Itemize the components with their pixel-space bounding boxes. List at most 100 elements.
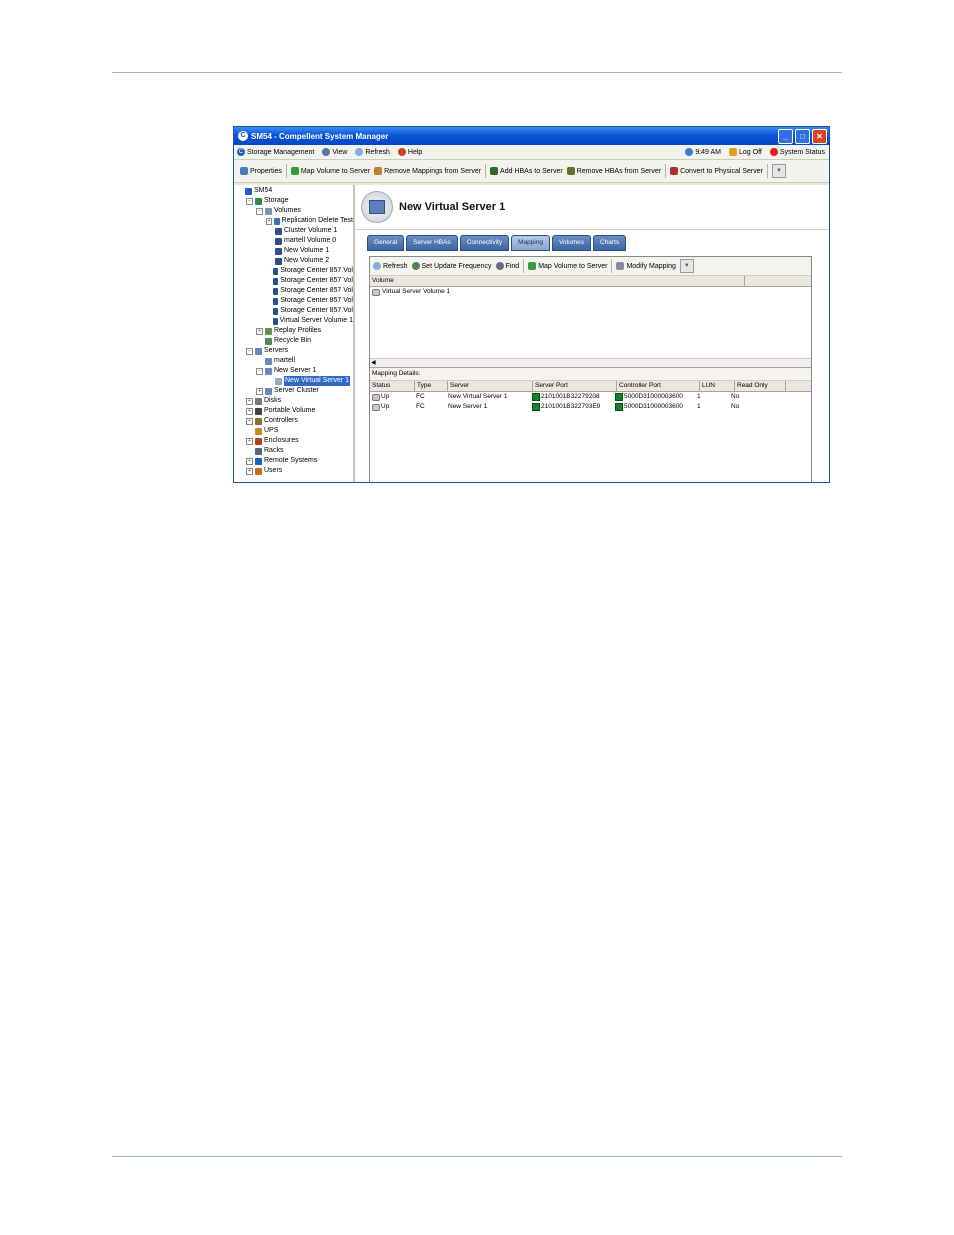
close-button[interactable]: ✕ (812, 128, 827, 144)
column-header-read-only[interactable]: Read Only (735, 381, 786, 391)
column-header-volume[interactable]: Volume (370, 276, 745, 286)
find-button[interactable]: Find (495, 262, 519, 270)
expand-toggle-icon[interactable]: + (246, 417, 253, 425)
expand-toggle-icon[interactable]: + (246, 437, 253, 445)
remove-hbas-button[interactable]: Remove HBAs from Server (566, 167, 661, 175)
tree-node[interactable]: Storage Center 857 Vol (234, 266, 353, 276)
tree-node[interactable]: martell (234, 356, 353, 366)
cell-text: 5000D31000003600 (624, 403, 683, 410)
tree-node[interactable]: Storage Center 857 Vol (234, 306, 353, 316)
tree-node-icon (265, 357, 272, 365)
tab-connectivity[interactable]: Connectivity (459, 235, 510, 251)
tree-node[interactable]: martell Volume 0 (234, 236, 353, 246)
menu-help[interactable]: Help (397, 148, 422, 156)
tab-charts[interactable]: Charts (592, 235, 627, 251)
panel-refresh-button[interactable]: Refresh (373, 262, 408, 270)
cell-text: 2101001B322793E9 (541, 403, 601, 410)
expand-toggle-icon[interactable]: − (246, 347, 253, 355)
expand-toggle-icon[interactable]: + (246, 397, 253, 405)
cell-text: 5000D31000003600 (624, 393, 683, 400)
expand-toggle-icon[interactable]: + (256, 387, 263, 395)
system-status-button[interactable]: System Status (769, 148, 825, 156)
tree-node[interactable]: − New Server 1 (234, 366, 353, 376)
tree-node[interactable]: Recycle Bin (234, 336, 353, 346)
menu-storage-management[interactable]: C Storage Management (237, 148, 314, 156)
tab-general[interactable]: General (367, 235, 405, 251)
tree-node[interactable]: UPS (234, 426, 353, 436)
cell-read-only: No (729, 392, 779, 402)
tree-node[interactable]: − Volumes (234, 206, 353, 216)
tree-node[interactable]: + Server Cluster (234, 386, 353, 396)
properties-button[interactable]: Properties (240, 167, 282, 175)
column-header-server[interactable]: Server (448, 381, 533, 391)
tab-server-hbas[interactable]: Server HBAs (406, 235, 458, 251)
convert-to-physical-button[interactable]: Convert to Physical Server (670, 167, 763, 175)
tree-node[interactable]: + Controllers (234, 416, 353, 426)
scroll-left-icon[interactable]: ◀ (371, 359, 376, 367)
set-update-frequency-button[interactable]: Set Update Frequency (411, 262, 492, 270)
tree-connector (266, 278, 271, 285)
navigation-tree: SM54− Storage − Volumes + Replication Delete … (234, 185, 355, 482)
expand-toggle-icon[interactable]: + (266, 217, 272, 225)
table-row[interactable]: Virtual Server Volume 1 (370, 287, 811, 297)
tree-node[interactable]: + Disks (234, 396, 353, 406)
modify-mapping-button[interactable]: Modify Mapping (616, 262, 676, 270)
logoff-button[interactable]: Log Off (729, 148, 762, 156)
tree-node-label: New Server 1 (274, 367, 317, 374)
menu-view[interactable]: View (322, 148, 347, 156)
table-row[interactable]: Up FC New Virtual Server 1 2101001B32279208… (370, 392, 811, 402)
tree-node[interactable]: New Volume 2 (234, 256, 353, 266)
tree-node[interactable]: + Replication Delete Test (234, 216, 353, 226)
tree-node[interactable]: Racks (234, 446, 353, 456)
column-header-type[interactable]: Type (415, 381, 448, 391)
table-row[interactable]: Up FC New Server 1 2101001B322793E9 5000D310… (370, 402, 811, 412)
column-header-lun[interactable]: LUN (700, 381, 735, 391)
toolbar-overflow-button[interactable]: ▼ (771, 164, 786, 178)
compellent-icon: C (237, 148, 245, 156)
expand-toggle-icon[interactable]: − (256, 367, 263, 375)
tree-node[interactable]: + Remote Systems (234, 456, 353, 466)
tree-node[interactable]: Storage Center 857 Vol (234, 296, 353, 306)
tree-node[interactable]: Virtual Server Volume 1 (234, 316, 353, 326)
tree-node-label: Racks (264, 447, 284, 454)
expand-toggle-icon[interactable]: + (246, 407, 253, 415)
expand-toggle-icon[interactable]: − (256, 207, 263, 215)
column-header-controller-port[interactable]: Controller Port (617, 381, 700, 391)
minimize-button[interactable]: _ (778, 128, 793, 144)
panel-map-volume-button[interactable]: Map Volume to Server (528, 262, 607, 270)
column-header-server-port[interactable]: Server Port (533, 381, 617, 391)
menu-refresh[interactable]: Refresh (355, 148, 390, 156)
tab-mapping[interactable]: Mapping (511, 235, 551, 251)
map-volume-button[interactable]: Map Volume to Server (290, 167, 370, 175)
column-header-status[interactable]: Status (370, 381, 415, 391)
cell-read-only: No (729, 402, 779, 412)
tree-node[interactable]: New Volume 1 (234, 246, 353, 256)
tree-node[interactable]: + Replay Profiles (234, 326, 353, 336)
cell-type: FC (414, 402, 446, 412)
panel-overflow-button[interactable]: ▼ (679, 259, 694, 273)
tree-node[interactable]: + Enclosures (234, 436, 353, 446)
expand-toggle-icon[interactable]: + (256, 327, 263, 335)
tree-node-icon (255, 447, 262, 455)
maximize-button[interactable]: □ (795, 128, 810, 144)
expand-toggle-icon[interactable]: + (246, 467, 253, 475)
tree-node[interactable]: + Users (234, 466, 353, 476)
remove-mappings-button[interactable]: Remove Mappings from Server (374, 167, 481, 175)
tree-node[interactable]: Cluster Volume 1 (234, 226, 353, 236)
expand-toggle-icon[interactable]: − (246, 197, 253, 205)
expand-toggle-icon[interactable]: + (246, 457, 253, 465)
tree-node-label: martell (274, 357, 296, 364)
tree-node[interactable]: Storage Center 857 Vol (234, 286, 353, 296)
tree-node-icon (245, 187, 252, 195)
tree-node[interactable]: − Storage (234, 196, 353, 206)
binoculars-icon (495, 262, 504, 270)
tree-node-icon (275, 257, 282, 265)
tree-node[interactable]: New Virtual Server 1 (234, 376, 353, 386)
tree-node[interactable]: SM54 (234, 186, 353, 196)
tree-node[interactable]: + Portable Volume (234, 406, 353, 416)
tree-node[interactable]: Storage Center 857 Vol (234, 276, 353, 286)
horizontal-scrollbar[interactable]: ◀ (370, 358, 811, 367)
tree-node[interactable]: − Servers (234, 346, 353, 356)
tab-volumes[interactable]: Volumes (552, 235, 591, 251)
add-hbas-button[interactable]: Add HBAs to Server (490, 167, 563, 175)
